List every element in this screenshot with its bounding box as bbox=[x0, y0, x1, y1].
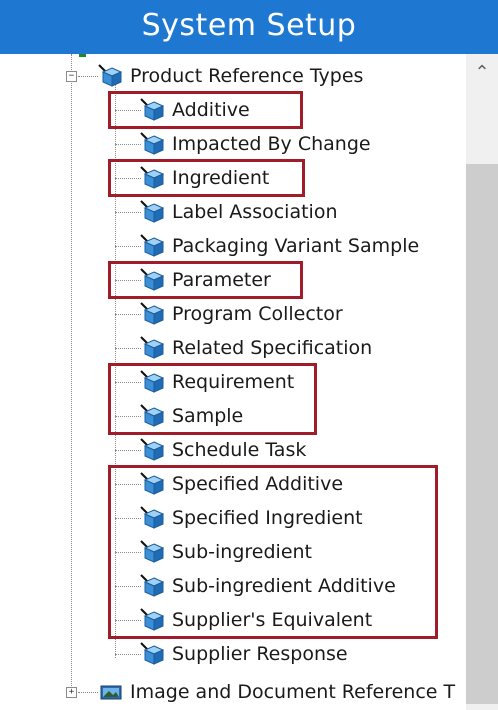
highlight-box bbox=[108, 363, 317, 435]
tree-node-label: Impacted By Change bbox=[172, 133, 371, 155]
vertical-scrollbar[interactable]: ⌃ bbox=[466, 54, 498, 710]
node-marker bbox=[79, 54, 86, 57]
tree-connector bbox=[115, 348, 141, 349]
tree-node-label: Program Collector bbox=[172, 303, 343, 325]
cube-icon bbox=[140, 642, 166, 666]
tree-connector bbox=[115, 450, 141, 451]
tree-node-label: Packaging Variant Sample bbox=[172, 235, 420, 257]
cube-icon bbox=[140, 302, 166, 326]
tree-node-label: Schedule Task bbox=[172, 439, 307, 461]
tree-connector bbox=[115, 144, 141, 145]
highlight-box bbox=[108, 91, 303, 129]
cube-icon bbox=[98, 64, 124, 88]
cube-icon bbox=[140, 336, 166, 360]
tree-node-label: Label Association bbox=[172, 201, 338, 223]
tree-guide-line bbox=[71, 54, 72, 690]
tree-connector bbox=[78, 692, 98, 693]
tree-view[interactable]: − Product Reference Types Additive Impact… bbox=[0, 54, 466, 710]
tree-connector bbox=[115, 246, 141, 247]
image-folder-icon bbox=[98, 680, 124, 704]
window-title: System Setup bbox=[141, 8, 357, 43]
tree-node-item[interactable]: Supplier Response bbox=[140, 639, 348, 669]
tree-node-product-reference-types[interactable]: Product Reference Types bbox=[98, 61, 363, 91]
tree-node-item[interactable]: Program Collector bbox=[140, 299, 343, 329]
cube-icon bbox=[140, 200, 166, 224]
expand-toggle[interactable]: + bbox=[66, 687, 77, 698]
collapse-toggle[interactable]: − bbox=[66, 71, 77, 82]
tree-connector bbox=[115, 212, 141, 213]
highlight-box bbox=[108, 261, 303, 299]
tree-node-label: Product Reference Types bbox=[130, 65, 364, 87]
highlight-box bbox=[108, 159, 305, 197]
tree-connector bbox=[78, 76, 98, 77]
tree-connector bbox=[115, 314, 141, 315]
tree-node-label: Image and Document Reference T bbox=[130, 681, 456, 703]
tree-node-item[interactable]: Related Specification bbox=[140, 333, 372, 363]
tree-node-item[interactable]: Schedule Task bbox=[140, 435, 306, 465]
highlight-box bbox=[108, 465, 438, 639]
cube-icon bbox=[140, 438, 166, 462]
cube-icon bbox=[140, 132, 166, 156]
tree-node-item[interactable]: Packaging Variant Sample bbox=[140, 231, 419, 261]
tree-connector bbox=[115, 654, 141, 655]
scroll-thumb[interactable] bbox=[466, 164, 498, 704]
tree-node-image-document-reference[interactable]: Image and Document Reference T bbox=[98, 677, 455, 707]
scroll-up-arrow-icon[interactable]: ⌃ bbox=[466, 54, 498, 90]
tree-node-label: Related Specification bbox=[172, 337, 373, 359]
tree-node-item[interactable]: Impacted By Change bbox=[140, 129, 371, 159]
tree-node-label: Supplier Response bbox=[172, 643, 348, 665]
cube-icon bbox=[140, 234, 166, 258]
tree-node-item[interactable]: Label Association bbox=[140, 197, 337, 227]
title-bar: System Setup bbox=[0, 0, 498, 54]
